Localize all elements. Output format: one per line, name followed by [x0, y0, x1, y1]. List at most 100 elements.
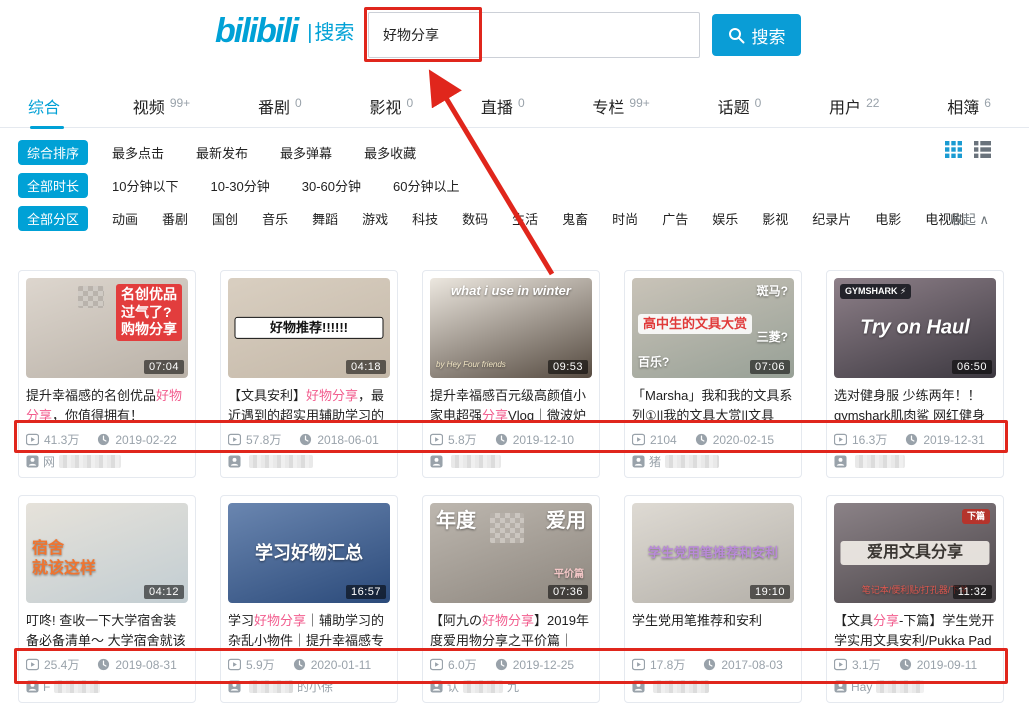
upload-date: 2020-01-11	[311, 658, 372, 672]
collapse-link[interactable]: 收起 ∧	[950, 209, 989, 228]
result-tab-用户[interactable]: 用户 22	[829, 84, 879, 128]
video-card[interactable]: 学习好物汇总16:57 学习好物分享｜辅助学习的杂乱小物件｜提升幸福感专 5.9…	[220, 495, 398, 703]
video-title[interactable]: 【文具分享-下篇】学生党开学实用文具安利/Pukka Pad	[834, 611, 996, 651]
upload-date-icon	[293, 658, 306, 671]
filter-link-舞蹈[interactable]: 舞蹈	[312, 209, 338, 228]
uploader-row[interactable]: 网	[26, 453, 188, 470]
filter-link-最多收藏[interactable]: 最多收藏	[364, 143, 416, 162]
filter-link-最新发布[interactable]: 最新发布	[196, 143, 248, 162]
video-thumbnail[interactable]: 下篇爱用文具分享笔记本/便利贴/打孔器/下单11:32	[834, 503, 996, 603]
video-card[interactable]: 宿舍 就该这样04:12 叮咚! 查收一下大学宿舍装备必备清单～ 大学宿舍就该 …	[18, 495, 196, 703]
filter-link-数码[interactable]: 数码	[462, 209, 488, 228]
filter-link-国创[interactable]: 国创	[212, 209, 238, 228]
search-input[interactable]	[368, 12, 700, 58]
filter-link-番剧[interactable]: 番剧	[162, 209, 188, 228]
uploader-row[interactable]	[834, 453, 996, 470]
result-tab-相簿[interactable]: 相簿 6	[947, 84, 991, 128]
video-card[interactable]: 名创优品 过气了? 购物分享07:04 提升幸福感的名创优品好物分享，你值得拥有…	[18, 270, 196, 478]
video-thumbnail[interactable]: GYMSHARK ⚡Try on Haul06:50	[834, 278, 996, 378]
result-tab-直播[interactable]: 直播 0	[481, 84, 525, 128]
result-tab-视频[interactable]: 视频 99+	[133, 84, 190, 128]
uploader-row[interactable]: 猪	[632, 453, 794, 470]
list-view-icon[interactable]	[974, 141, 991, 163]
video-title[interactable]: 【阿九の好物分享】2019年度爱用物分享之平价篇｜	[430, 611, 592, 651]
video-result-grid: 名创优品 过气了? 购物分享07:04 提升幸福感的名创优品好物分享，你值得拥有…	[18, 270, 1011, 703]
uploader-row[interactable]: F	[26, 678, 188, 695]
filter-link-电影[interactable]: 电影	[875, 209, 901, 228]
result-tab-专栏[interactable]: 专栏 99+	[592, 84, 649, 128]
search-button[interactable]: 搜索	[712, 14, 801, 56]
video-card[interactable]: 学生党用笔推荐和安利19:10 学生党用笔推荐和安利 17.8万 2017-08…	[624, 495, 802, 703]
video-title[interactable]: 【文具安利】好物分享，最近遇到的超实用辅助学习的	[228, 386, 390, 426]
filter-link-纪录片[interactable]: 纪录片	[812, 209, 851, 228]
filter-link-生活[interactable]: 生活	[512, 209, 538, 228]
video-thumbnail[interactable]: what i use in winterby Hey Four friends0…	[430, 278, 592, 378]
video-card[interactable]: 斑马?高中生的文具大赏三菱?百乐?07:06 「Marsha」我和我的文具系列①…	[624, 270, 802, 478]
tab-label: 相簿	[947, 94, 979, 118]
uploader-row[interactable]: 认 九	[430, 678, 592, 695]
sort-active-button[interactable]: 综合排序	[18, 140, 88, 165]
filter-link-科技[interactable]: 科技	[412, 209, 438, 228]
video-card[interactable]: 下篇爱用文具分享笔记本/便利贴/打孔器/下单11:32 【文具分享-下篇】学生党…	[826, 495, 1004, 703]
duration-active-button[interactable]: 全部时长	[18, 173, 88, 198]
filter-link-影视[interactable]: 影视	[762, 209, 788, 228]
play-count-icon	[228, 658, 241, 671]
uploader-row[interactable]: 的小徐	[228, 678, 390, 695]
video-card[interactable]: GYMSHARK ⚡Try on Haul06:50 选对健身服 少练两年！！g…	[826, 270, 1004, 478]
video-card[interactable]: 好物推荐!!!!!!04:18 【文具安利】好物分享，最近遇到的超实用辅助学习的…	[220, 270, 398, 478]
uploader-row[interactable]: Hay	[834, 678, 996, 695]
uploader-row[interactable]	[632, 678, 794, 695]
video-title[interactable]: 提升幸福感百元级高颜值小家电超强分享Vlog｜微波炉	[430, 386, 592, 426]
filter-link-最多弹幕[interactable]: 最多弹幕	[280, 143, 332, 162]
video-title[interactable]: 提升幸福感的名创优品好物分享，你值得拥有！	[26, 386, 188, 426]
video-title[interactable]: 叮咚! 查收一下大学宿舍装备必备清单～ 大学宿舍就该	[26, 611, 188, 651]
video-thumbnail[interactable]: 斑马?高中生的文具大赏三菱?百乐?07:06	[632, 278, 794, 378]
video-title[interactable]: 学生党用笔推荐和安利	[632, 611, 794, 651]
zone-active-button[interactable]: 全部分区	[18, 206, 88, 231]
uploader-name-blurred	[653, 680, 709, 693]
filter-link-30-60分钟[interactable]: 30-60分钟	[302, 176, 361, 195]
video-card[interactable]: what i use in winterby Hey Four friends0…	[422, 270, 600, 478]
duration-badge: 07:06	[750, 360, 790, 374]
play-count-icon	[430, 658, 443, 671]
video-title[interactable]: 学习好物分享｜辅助学习的杂乱小物件｜提升幸福感专	[228, 611, 390, 651]
video-thumbnail[interactable]: 学生党用笔推荐和安利19:10	[632, 503, 794, 603]
video-thumbnail[interactable]: 名创优品 过气了? 购物分享07:04	[26, 278, 188, 378]
video-thumbnail[interactable]: 宿舍 就该这样04:12	[26, 503, 188, 603]
video-card[interactable]: 年度爱用平价篇07:36 【阿九の好物分享】2019年度爱用物分享之平价篇｜ 6…	[422, 495, 600, 703]
result-tab-话题[interactable]: 话题 0	[718, 84, 762, 128]
uploader-name-fragment: 猪	[649, 453, 661, 470]
filter-link-10-30分钟[interactable]: 10-30分钟	[210, 176, 269, 195]
video-meta: 25.4万 2019-08-31	[26, 656, 188, 673]
uploader-row[interactable]	[430, 453, 592, 470]
upload-date: 2019-12-25	[513, 658, 574, 672]
filter-link-娱乐[interactable]: 娱乐	[712, 209, 738, 228]
video-thumbnail[interactable]: 年度爱用平价篇07:36	[430, 503, 592, 603]
filter-link-时尚[interactable]: 时尚	[612, 209, 638, 228]
filter-link-广告[interactable]: 广告	[662, 209, 688, 228]
filter-link-10分钟以下[interactable]: 10分钟以下	[112, 176, 178, 195]
view-toggle	[945, 141, 991, 163]
result-tab-综合[interactable]: 综合	[28, 84, 65, 128]
video-title[interactable]: 选对健身服 少练两年！！gymshark肌肉鲨 网红健身	[834, 386, 996, 426]
filter-link-动画[interactable]: 动画	[112, 209, 138, 228]
video-thumbnail[interactable]: 学习好物汇总16:57	[228, 503, 390, 603]
uploader-row[interactable]	[228, 453, 390, 470]
thumbnail-text: 平价篇	[554, 569, 584, 582]
pixelated-blur	[78, 286, 104, 308]
video-thumbnail[interactable]: 好物推荐!!!!!!04:18	[228, 278, 390, 378]
filter-link-最多点击[interactable]: 最多点击	[112, 143, 164, 162]
video-title[interactable]: 「Marsha」我和我的文具系列①||我的文具大赏||文具	[632, 386, 794, 426]
filter-link-游戏[interactable]: 游戏	[362, 209, 388, 228]
result-tab-影视[interactable]: 影视 0	[369, 84, 413, 128]
filter-link-鬼畜[interactable]: 鬼畜	[562, 209, 588, 228]
filter-link-60分钟以上[interactable]: 60分钟以上	[393, 176, 459, 195]
grid-view-icon[interactable]	[945, 141, 962, 163]
play-count-icon	[430, 433, 443, 446]
result-tab-番剧[interactable]: 番剧 0	[258, 84, 302, 128]
filter-link-音乐[interactable]: 音乐	[262, 209, 288, 228]
tab-count: 0	[518, 96, 525, 110]
tab-count: 0	[295, 96, 302, 110]
thumbnail-text: 学习好物汇总	[234, 542, 383, 565]
bilibili-logo[interactable]: bilibili | 搜索	[215, 14, 354, 48]
